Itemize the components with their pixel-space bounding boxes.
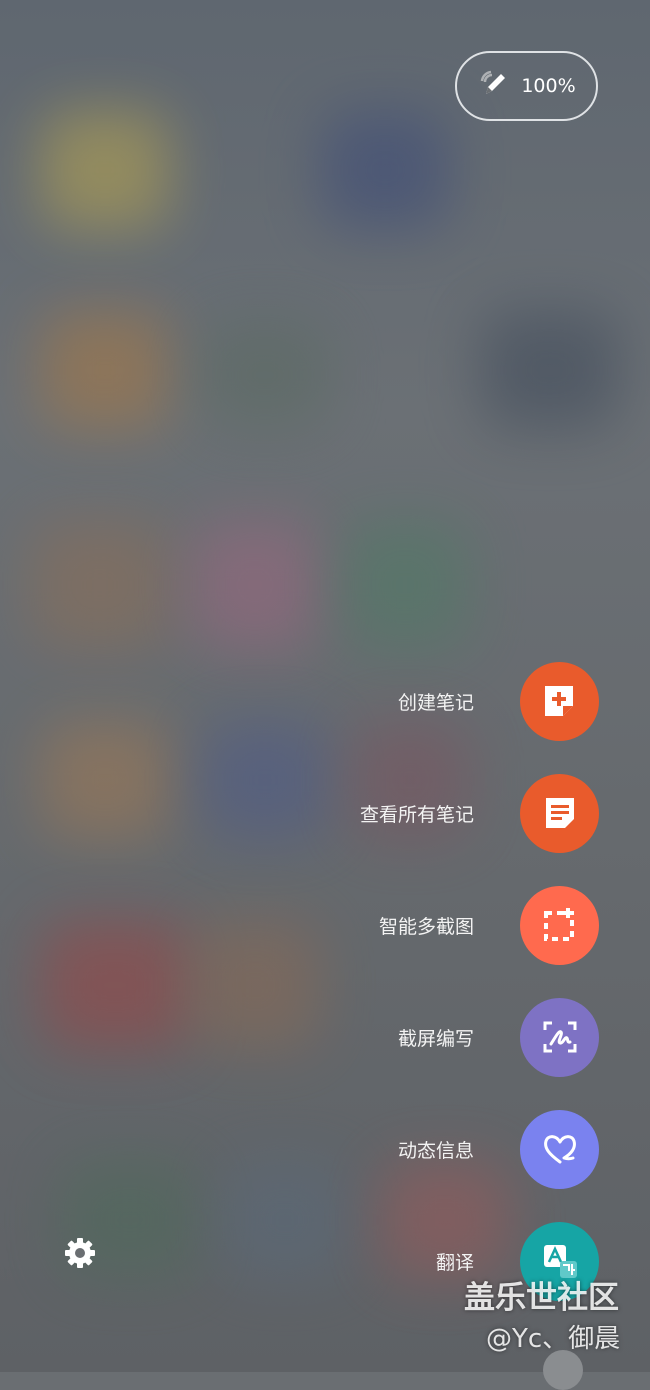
smart-select-button[interactable] — [520, 885, 599, 965]
view-notes-button[interactable] — [520, 773, 599, 853]
create-note-icon — [544, 686, 573, 716]
spen-battery-level: 100% — [521, 75, 576, 97]
screen-write-button[interactable] — [520, 997, 599, 1077]
add-shortcut-button[interactable] — [543, 1350, 583, 1390]
view-notes-icon — [545, 798, 574, 828]
action-view-all-notes[interactable]: 查看所有笔记 — [159, 773, 599, 853]
action-label: 截屏编写 — [397, 1027, 474, 1050]
watermark-author: @Yc、御晨 — [486, 1324, 621, 1354]
action-label: 创建笔记 — [397, 691, 474, 714]
action-label: 翻译 — [435, 1251, 474, 1274]
action-screen-write[interactable]: 截屏编写 — [159, 997, 599, 1077]
spen-icon — [477, 67, 511, 106]
watermark-title: 盖乐世社区 — [464, 1280, 619, 1316]
live-message-icon — [543, 1135, 576, 1164]
smart-select-icon — [543, 908, 574, 941]
action-smart-select[interactable]: 智能多截图 — [159, 885, 599, 965]
action-label: 查看所有笔记 — [359, 803, 474, 826]
action-label: 动态信息 — [397, 1139, 474, 1162]
screen-write-icon — [543, 1021, 576, 1053]
create-note-button[interactable] — [520, 661, 599, 741]
action-label: 智能多截图 — [378, 915, 474, 938]
action-live-message[interactable]: 动态信息 — [159, 1109, 599, 1189]
live-message-button[interactable] — [520, 1109, 599, 1189]
action-create-note[interactable]: 创建笔记 — [159, 661, 599, 741]
spen-battery-indicator[interactable]: 100% — [455, 51, 598, 121]
gear-icon[interactable] — [63, 1236, 97, 1270]
